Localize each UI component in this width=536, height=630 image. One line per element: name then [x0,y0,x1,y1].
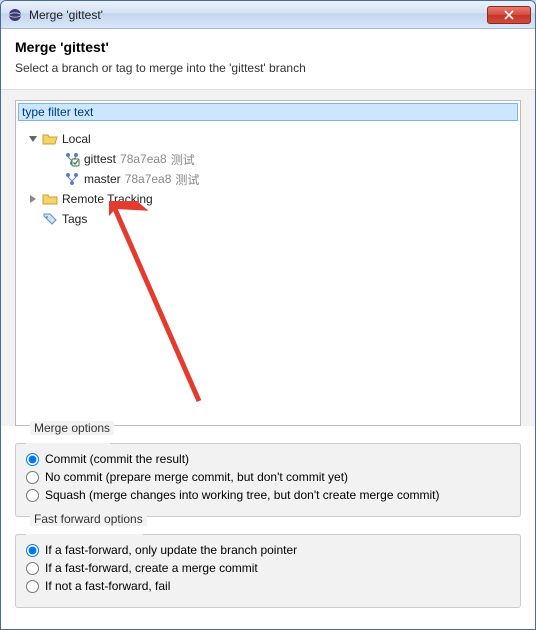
close-icon [504,10,514,20]
page-title: Merge 'gittest' [15,39,521,55]
tree-label: Tags [62,212,87,226]
radio-input[interactable] [26,453,39,466]
dialog-header: Merge 'gittest' Select a branch or tag t… [1,29,535,90]
close-button[interactable] [487,6,531,24]
radio-label: No commit (prepare merge commit, but don… [45,470,348,484]
branch-note: 测试 [175,171,199,188]
merge-option-commit[interactable]: Commit (commit the result) [26,452,510,466]
tree-node-local[interactable]: Local [20,129,516,149]
ff-option-create[interactable]: If a fast-forward, create a merge commit [26,561,510,575]
ff-options-group: Fast forward options If a fast-forward, … [15,527,521,608]
page-subtitle: Select a branch or tag to merge into the… [15,61,521,75]
radio-label: Commit (commit the result) [45,452,189,466]
branch-name: gittest [84,152,116,166]
radio-input[interactable] [26,489,39,502]
branch-icon [64,171,80,187]
ff-option-fail[interactable]: If not a fast-forward, fail [26,579,510,593]
tree-panel: Local gittest 78a7ea8 测试 maste [15,100,521,426]
tags-icon [42,211,58,227]
radio-label: If not a fast-forward, fail [45,579,170,593]
group-legend: Fast forward options [30,512,147,526]
branch-checked-icon [64,151,80,167]
tree-node-tags[interactable]: Tags [20,209,516,229]
branch-tree[interactable]: Local gittest 78a7ea8 测试 maste [16,123,520,425]
branch-note: 测试 [171,151,195,168]
branch-name: master [84,172,121,186]
filter-input[interactable] [18,103,518,121]
merge-options-group: Merge options Commit (commit the result)… [15,436,521,517]
tree-label: Local [62,132,91,146]
expander-icon[interactable] [26,132,40,146]
merge-option-no-commit[interactable]: No commit (prepare merge commit, but don… [26,470,510,484]
folder-open-icon [42,131,58,147]
titlebar[interactable]: Merge 'gittest' [1,1,535,29]
content-area: Local gittest 78a7ea8 测试 maste [1,90,535,426]
eclipse-icon [7,7,23,23]
radio-label: Squash (merge changes into working tree,… [45,488,439,502]
tree-node-remote[interactable]: Remote Tracking [20,189,516,209]
radio-label: If a fast-forward, create a merge commit [45,561,258,575]
tree-label: Remote Tracking [62,192,153,206]
tree-node-branch-gittest[interactable]: gittest 78a7ea8 测试 [20,149,516,169]
window-title: Merge 'gittest' [29,8,487,22]
radio-input[interactable] [26,544,39,557]
radio-input[interactable] [26,562,39,575]
folder-icon [42,191,58,207]
radio-label: If a fast-forward, only update the branc… [45,543,297,557]
group-legend: Merge options [30,421,114,435]
dialog-window: Merge 'gittest' Merge 'gittest' Select a… [0,0,536,630]
ff-option-update[interactable]: If a fast-forward, only update the branc… [26,543,510,557]
expander-icon[interactable] [26,192,40,206]
branch-hash: 78a7ea8 [125,172,172,186]
radio-input[interactable] [26,471,39,484]
radio-input[interactable] [26,580,39,593]
branch-hash: 78a7ea8 [120,152,167,166]
tree-node-branch-master[interactable]: master 78a7ea8 测试 [20,169,516,189]
merge-option-squash[interactable]: Squash (merge changes into working tree,… [26,488,510,502]
